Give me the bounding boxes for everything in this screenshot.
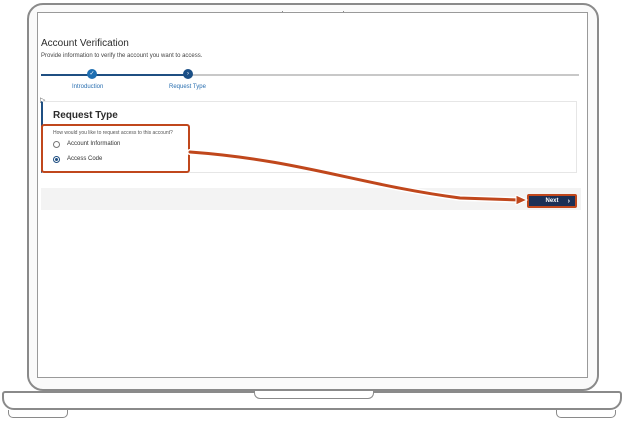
next-button[interactable]: Next ›: [527, 194, 577, 208]
card-title: Request Type: [53, 110, 118, 121]
laptop-base-notch: [254, 391, 374, 399]
chevron-right-icon: ›: [567, 197, 570, 205]
laptop-screen: Account Verification Provide information…: [37, 12, 588, 378]
stepper-line-complete: [41, 74, 187, 76]
page-title: Account Verification: [41, 38, 129, 49]
step-label-request-type[interactable]: Request Type: [169, 84, 206, 90]
step-label-introduction[interactable]: Introduction: [72, 84, 103, 90]
back-button[interactable]: < Back: [481, 196, 496, 202]
progress-stepper: ✓ › Introduction Request Type: [41, 69, 579, 93]
next-button-label: Next: [545, 198, 559, 204]
check-icon: ✓: [87, 69, 97, 79]
laptop-foot-right: [556, 410, 616, 418]
form-footer: < Back: [41, 188, 581, 210]
stepper-line-remaining: [187, 74, 579, 76]
chevron-right-icon: ›: [183, 69, 193, 79]
laptop-base: [2, 391, 622, 410]
page-subtitle: Provide information to verify the accoun…: [41, 53, 203, 59]
annotation-highlight-box: [41, 124, 190, 173]
laptop-foot-left: [8, 410, 68, 418]
